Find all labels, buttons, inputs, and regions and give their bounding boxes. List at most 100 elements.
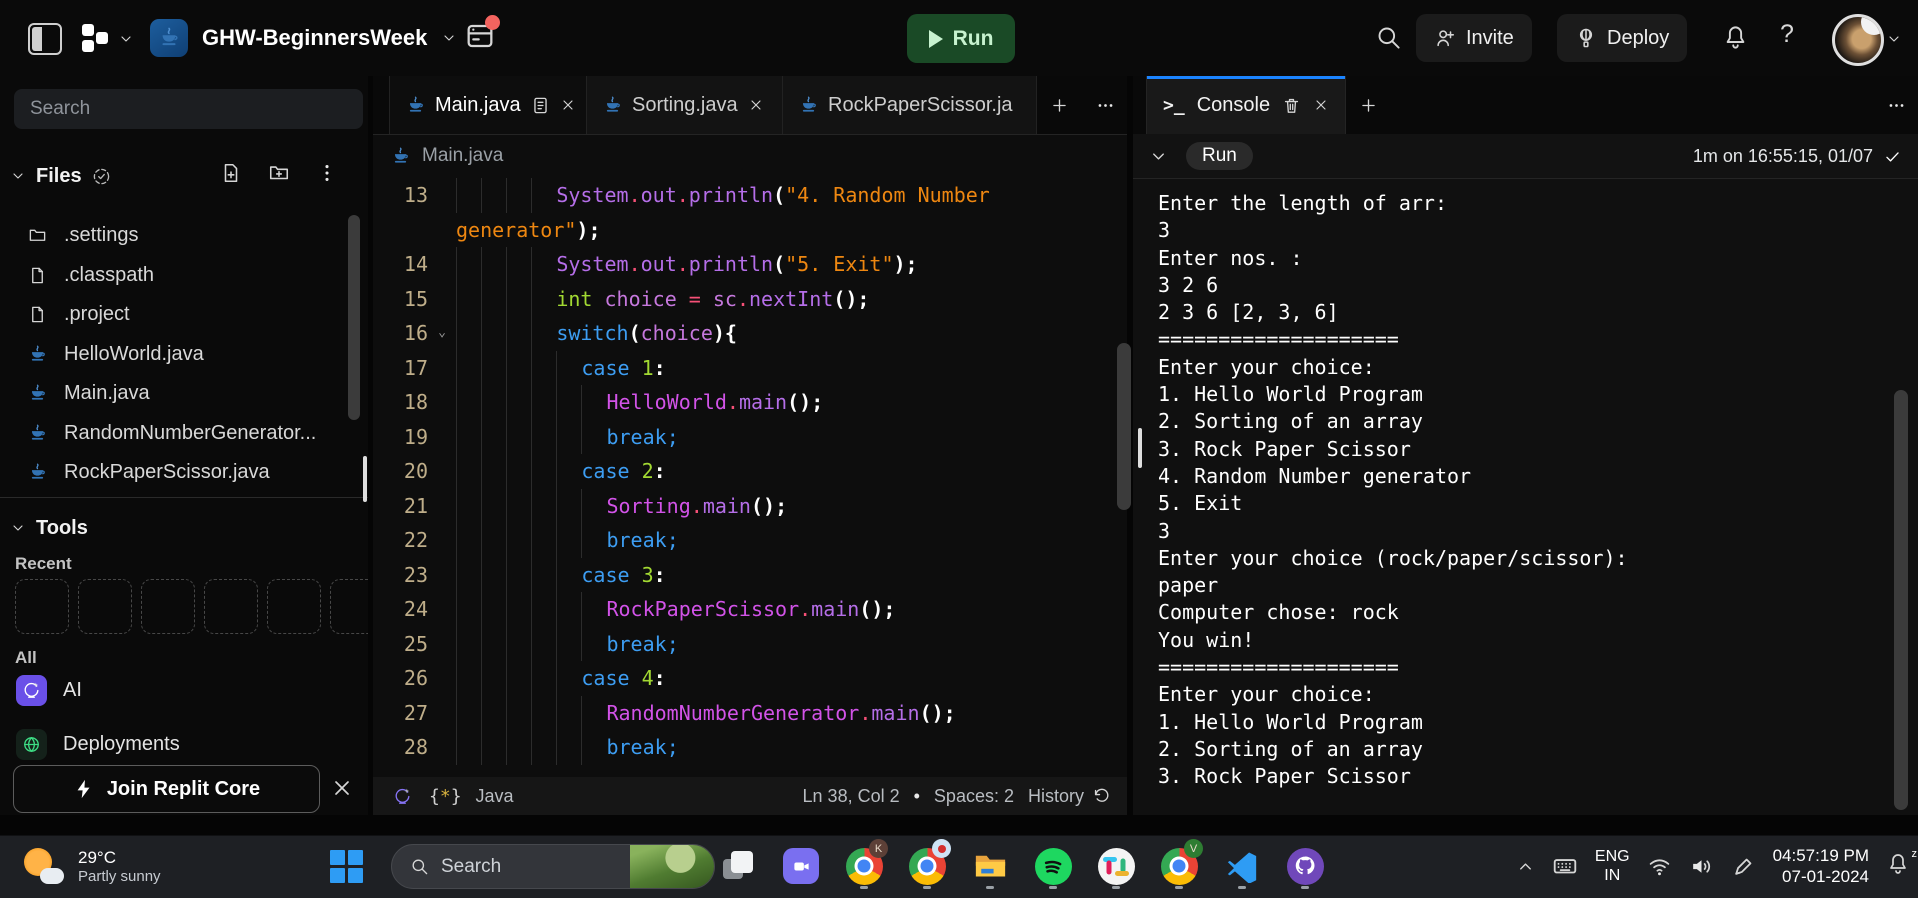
console-run-header: Run 1m on 16:55:15, 01/07 bbox=[1133, 134, 1918, 179]
tab-Sorting.java[interactable]: Sorting.java bbox=[587, 76, 783, 134]
tray-expand-icon[interactable] bbox=[1516, 857, 1535, 876]
project-switcher[interactable]: GHW-BeginnersWeek bbox=[150, 19, 457, 57]
file-explorer-icon[interactable] bbox=[970, 843, 1010, 889]
language-indicator[interactable]: ENG IN bbox=[1595, 847, 1630, 885]
pen-icon[interactable] bbox=[1731, 854, 1756, 879]
video-app-icon[interactable] bbox=[781, 843, 821, 889]
recent-tool-placeholder[interactable] bbox=[267, 579, 321, 634]
kebab-icon[interactable] bbox=[316, 162, 338, 184]
windows-start-button[interactable] bbox=[330, 850, 363, 883]
console-scrollbar[interactable] bbox=[1894, 390, 1908, 810]
close-icon[interactable] bbox=[330, 776, 354, 800]
file-item[interactable]: HelloWorld.java bbox=[0, 335, 368, 375]
chevron-down-icon[interactable] bbox=[1149, 147, 1168, 166]
recent-tool-placeholder[interactable] bbox=[15, 579, 69, 634]
new-tab-button[interactable] bbox=[1037, 76, 1081, 134]
bell-icon[interactable] bbox=[1722, 24, 1749, 51]
console-line: 4. Random Number generator bbox=[1158, 463, 1472, 488]
replit-logo[interactable] bbox=[82, 24, 110, 54]
history-button[interactable]: History bbox=[1028, 786, 1111, 807]
close-icon[interactable] bbox=[1313, 97, 1329, 113]
files-section-header[interactable]: Files bbox=[10, 160, 111, 192]
file-item[interactable]: .settings bbox=[0, 216, 368, 256]
sidebar-toggle-icon[interactable] bbox=[28, 23, 62, 55]
chevron-down-icon[interactable] bbox=[118, 31, 134, 47]
editor-scrollbar[interactable] bbox=[1117, 343, 1131, 510]
chrome-icon[interactable] bbox=[907, 839, 951, 889]
file-item[interactable]: .classpath bbox=[0, 256, 368, 296]
new-folder-icon[interactable] bbox=[268, 162, 290, 184]
invite-button[interactable]: Invite bbox=[1416, 14, 1532, 62]
file-item[interactable]: Main.java bbox=[0, 374, 368, 414]
code-editor[interactable]: 13 System.out.println("4. Random Number … bbox=[373, 178, 1127, 765]
new-console-tab-button[interactable] bbox=[1346, 76, 1390, 134]
run-session-pill[interactable]: Run bbox=[1186, 142, 1253, 170]
tab-overflow-menu[interactable] bbox=[1083, 76, 1127, 134]
wifi-icon[interactable] bbox=[1647, 854, 1672, 879]
join-replit-core-banner[interactable]: Join Replit Core bbox=[13, 765, 320, 813]
notification-center-icon[interactable]: z bbox=[1886, 848, 1917, 881]
taskbar-weather-widget[interactable]: 29°C Partly sunny bbox=[22, 844, 161, 888]
code-line: 21 Sorting.main(); bbox=[373, 488, 1127, 523]
taskbar-search[interactable]: Search bbox=[391, 844, 715, 889]
repl-resources-button[interactable] bbox=[464, 15, 500, 57]
recent-tool-placeholder[interactable] bbox=[141, 579, 195, 634]
task-view-button[interactable] bbox=[718, 843, 758, 889]
chrome-profile-k-icon[interactable]: K bbox=[844, 839, 888, 889]
trash-icon[interactable] bbox=[1282, 96, 1301, 115]
recent-tool-placeholder[interactable] bbox=[204, 579, 258, 634]
lang-icon: {*} bbox=[429, 785, 462, 807]
code-line: 17 case 1: bbox=[373, 350, 1127, 385]
help-icon[interactable]: ? bbox=[1780, 20, 1794, 49]
chrome-profile-v-icon[interactable]: V bbox=[1159, 839, 1203, 889]
sidebar-search-input[interactable]: Search bbox=[14, 89, 363, 129]
slack-icon[interactable] bbox=[1096, 843, 1136, 889]
pane-resize-handle[interactable] bbox=[363, 456, 367, 502]
doc-icon[interactable] bbox=[531, 96, 550, 115]
tab-RockPaperScissor.ja[interactable]: RockPaperScissor.ja bbox=[783, 76, 1037, 134]
vscode-icon[interactable] bbox=[1222, 843, 1262, 889]
search-icon[interactable] bbox=[1375, 24, 1402, 51]
sidebar-scrollbar[interactable] bbox=[348, 215, 360, 420]
cursor-position[interactable]: Ln 38, Col 2 bbox=[803, 786, 900, 807]
pane-resize-handle[interactable] bbox=[1138, 428, 1142, 468]
avatar[interactable] bbox=[1832, 14, 1884, 66]
console-line: Enter your choice (rock/paper/scissor): bbox=[1158, 545, 1628, 570]
tab-Main.java[interactable]: Main.java bbox=[389, 76, 587, 134]
console-icon: >_ bbox=[1163, 94, 1185, 116]
sidebar-item-deployments[interactable]: Deployments bbox=[0, 724, 368, 764]
tools-section-header[interactable]: Tools bbox=[10, 512, 88, 544]
run-button[interactable]: Run bbox=[907, 14, 1015, 63]
ai-status-icon[interactable] bbox=[389, 783, 415, 809]
sidebar-item-ai[interactable]: AI bbox=[0, 670, 368, 710]
file-item[interactable]: RandomNumberGenerator... bbox=[0, 414, 368, 454]
volume-icon[interactable] bbox=[1689, 854, 1714, 879]
close-icon[interactable] bbox=[560, 97, 576, 113]
spotify-icon[interactable] bbox=[1033, 843, 1073, 889]
project-name: GHW-BeginnersWeek bbox=[202, 25, 428, 50]
touch-keyboard-icon[interactable] bbox=[1552, 853, 1578, 879]
search-highlight-image bbox=[630, 845, 714, 888]
new-file-icon[interactable] bbox=[220, 162, 242, 184]
taskbar-clock[interactable]: 04:57:19 PM 07-01-2024 bbox=[1773, 845, 1869, 887]
github-desktop-icon[interactable] bbox=[1285, 843, 1325, 889]
chevron-down-icon bbox=[441, 30, 457, 46]
console-output[interactable]: Enter the length of arr: 3 Enter nos. :3 2… bbox=[1158, 190, 1878, 791]
console-line: Computer chose: rock bbox=[1158, 600, 1399, 625]
breadcrumb[interactable]: Main.java bbox=[373, 134, 1127, 178]
chevron-down-icon[interactable] bbox=[1886, 31, 1902, 47]
recent-tool-placeholder[interactable] bbox=[330, 579, 368, 634]
close-icon[interactable] bbox=[748, 97, 764, 113]
file-item[interactable]: RockPaperScissor.java bbox=[0, 453, 368, 493]
console-line: 1. Hello World Program bbox=[1158, 709, 1423, 734]
deploy-button[interactable]: Deploy bbox=[1557, 14, 1688, 62]
spaces-setting[interactable]: Spaces: 2 bbox=[934, 786, 1014, 807]
recent-tool-placeholder[interactable] bbox=[78, 579, 132, 634]
tab-console[interactable]: >_ Console bbox=[1146, 76, 1347, 134]
console-overflow-menu[interactable] bbox=[1874, 76, 1918, 134]
code-line: 27 RandomNumberGenerator.main(); bbox=[373, 695, 1127, 730]
file-item[interactable]: .project bbox=[0, 295, 368, 335]
all-label: All bbox=[15, 648, 37, 667]
fold-chevron-icon[interactable]: ⌄ bbox=[438, 316, 446, 351]
console-line: 1. Hello World Program bbox=[1158, 382, 1423, 407]
